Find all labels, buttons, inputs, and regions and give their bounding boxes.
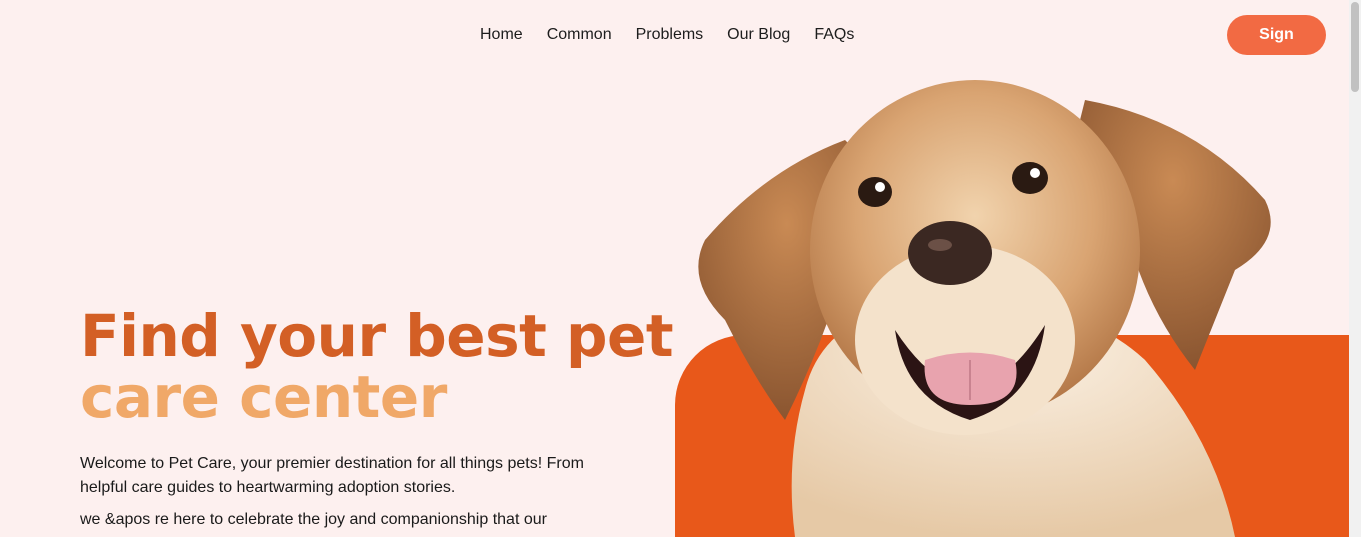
nav-links: Home Common Problems Our Blog FAQs xyxy=(480,24,878,46)
nav-link-faqs[interactable]: FAQs xyxy=(814,24,854,46)
hero-second-paragraph: we &apos re here to celebrate the joy an… xyxy=(80,511,547,528)
hero-title-line2: care center xyxy=(80,363,447,431)
hero-title-line1: Find your best pet xyxy=(80,302,674,370)
hero-image-area xyxy=(675,60,1349,537)
nav-link-home[interactable]: Home xyxy=(480,24,523,46)
nav-link-problems[interactable]: Problems xyxy=(636,24,704,46)
dog-image xyxy=(698,80,1271,537)
sign-button[interactable]: Sign xyxy=(1227,15,1326,55)
scrollbar-thumb[interactable] xyxy=(1351,2,1359,92)
page-scrollbar[interactable] xyxy=(1349,0,1361,537)
hero-intro-paragraph: Welcome to Pet Care, your premier destin… xyxy=(80,455,584,496)
hero-title: Find your best pet care center xyxy=(80,302,674,431)
nav-link-common[interactable]: Common xyxy=(547,24,612,46)
nav-link-our-blog[interactable]: Our Blog xyxy=(727,24,790,46)
page: Home Common Problems Our Blog FAQs Sign … xyxy=(0,0,1361,537)
